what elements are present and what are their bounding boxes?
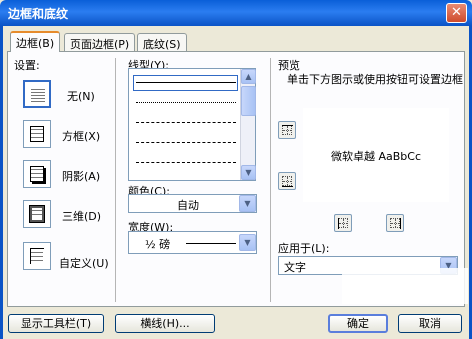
tab-label: 底纹(S) xyxy=(143,38,181,51)
width-sample-line xyxy=(186,243,236,244)
line-style-dash-dot[interactable] xyxy=(136,162,236,163)
line-style-solid[interactable] xyxy=(136,82,236,83)
border-edge xyxy=(400,218,401,229)
ok-button[interactable]: 确定 xyxy=(328,314,388,333)
setting-custom-label[interactable]: 自定义(U) xyxy=(59,255,109,271)
divider-right xyxy=(270,58,271,302)
preview-hint: 单击下方图示或使用按钮可设置边框 xyxy=(287,73,463,86)
setting-shadow-label[interactable]: 阴影(A) xyxy=(62,168,100,184)
border-edge xyxy=(282,125,293,126)
apply-to-value: 文字 xyxy=(284,261,306,274)
close-button[interactable]: ✕ xyxy=(446,3,467,23)
border-top-icon xyxy=(282,125,292,135)
preview-area[interactable]: 微软卓越 AaBbCc xyxy=(303,108,449,202)
obscured-region xyxy=(342,268,468,304)
window-frame-left xyxy=(0,26,3,339)
scroll-thumb[interactable] xyxy=(241,86,256,116)
chevron-down-icon[interactable]: ▼ xyxy=(239,195,256,212)
width-value: ½ 磅 xyxy=(145,238,171,251)
width-select[interactable]: ½ 磅 ▼ xyxy=(128,231,257,254)
cancel-button[interactable]: 取消 xyxy=(398,314,462,333)
scroll-up-icon[interactable]: ▲ xyxy=(241,69,256,84)
tab-shading[interactable]: 底纹(S) xyxy=(137,33,187,51)
selected-style-frame xyxy=(133,75,238,91)
scroll-down-icon[interactable]: ▼ xyxy=(241,165,256,180)
line-style-dash[interactable] xyxy=(136,142,236,143)
bottom-border-button[interactable] xyxy=(278,172,296,190)
border-left-icon xyxy=(338,218,348,228)
preview-sample-text: 微软卓越 AaBbCc xyxy=(330,150,422,163)
line-style-scrollbar[interactable]: ▲ ▼ xyxy=(240,69,256,180)
setting-custom-icon[interactable] xyxy=(23,242,51,270)
color-value: 自动 xyxy=(177,199,199,212)
setting-none-icon[interactable] xyxy=(23,80,51,108)
line-style-dotted[interactable] xyxy=(136,102,236,103)
apply-to-heading: 应用于(L): xyxy=(278,242,330,255)
tab-label: 页面边框(P) xyxy=(70,38,130,51)
border-edge xyxy=(338,218,339,229)
right-border-button[interactable] xyxy=(386,214,404,232)
setting-3d-label[interactable]: 三维(D) xyxy=(62,208,101,224)
border-right-icon xyxy=(390,218,400,228)
tab-page-border[interactable]: 页面边框(P) xyxy=(64,33,136,51)
show-toolbar-button[interactable]: 显示工具栏(T) xyxy=(8,314,104,333)
setting-box-icon[interactable] xyxy=(23,120,51,148)
settings-heading: 设置: xyxy=(14,59,40,72)
color-select[interactable]: 自动 ▼ xyxy=(128,194,257,213)
setting-none-label[interactable]: 无(N) xyxy=(67,88,95,104)
line-style-small-dash[interactable] xyxy=(136,122,236,123)
tab-label: 边框(B) xyxy=(16,37,55,50)
border-bottom-icon xyxy=(282,176,292,186)
top-border-button[interactable] xyxy=(278,121,296,139)
horizontal-line-button[interactable]: 横线(H)... xyxy=(115,314,215,333)
close-icon: ✕ xyxy=(451,5,462,20)
left-border-button[interactable] xyxy=(334,214,352,232)
divider-left xyxy=(115,58,116,302)
setting-shadow-icon[interactable] xyxy=(23,160,51,188)
line-style-list[interactable]: ▲ ▼ xyxy=(128,68,256,181)
setting-box-label[interactable]: 方框(X) xyxy=(62,128,100,144)
setting-3d-icon[interactable] xyxy=(23,200,51,228)
window-title: 边框和底纹 xyxy=(8,7,69,21)
title-bar: 边框和底纹 ✕ xyxy=(0,0,472,26)
chevron-down-icon[interactable]: ▼ xyxy=(239,234,256,251)
tab-borders[interactable]: 边框(B) xyxy=(10,31,61,52)
border-edge xyxy=(282,186,293,187)
